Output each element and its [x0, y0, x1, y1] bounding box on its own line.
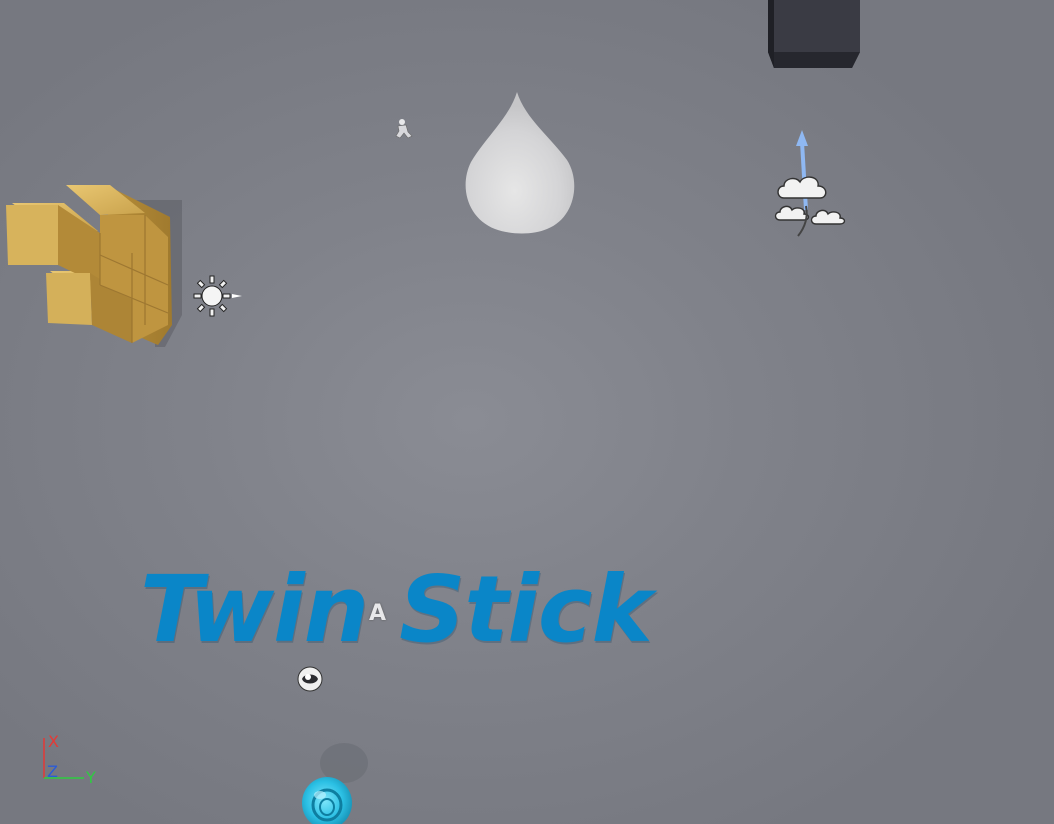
- text-anchor-label: A: [369, 601, 387, 626]
- axis-y-label: Y: [86, 768, 96, 787]
- character-icon[interactable]: [388, 114, 418, 144]
- cone-mesh[interactable]: [455, 88, 585, 238]
- dark-cube-mesh[interactable]: [740, 0, 880, 70]
- editor-viewport[interactable]: Twin Stick A X Z Y: [0, 0, 1054, 824]
- level-title-text[interactable]: Twin Stick: [140, 560, 653, 660]
- sphere-icon[interactable]: [296, 665, 324, 693]
- axis-z-label: Z: [47, 762, 58, 781]
- cloud-icon[interactable]: [772, 128, 846, 240]
- axis-gizmo: X Z Y: [38, 728, 108, 788]
- axis-x-label: X: [48, 732, 59, 751]
- pawn-icon[interactable]: [296, 735, 376, 824]
- sun-icon[interactable]: [192, 274, 244, 318]
- gold-blocks-mesh[interactable]: [0, 175, 190, 360]
